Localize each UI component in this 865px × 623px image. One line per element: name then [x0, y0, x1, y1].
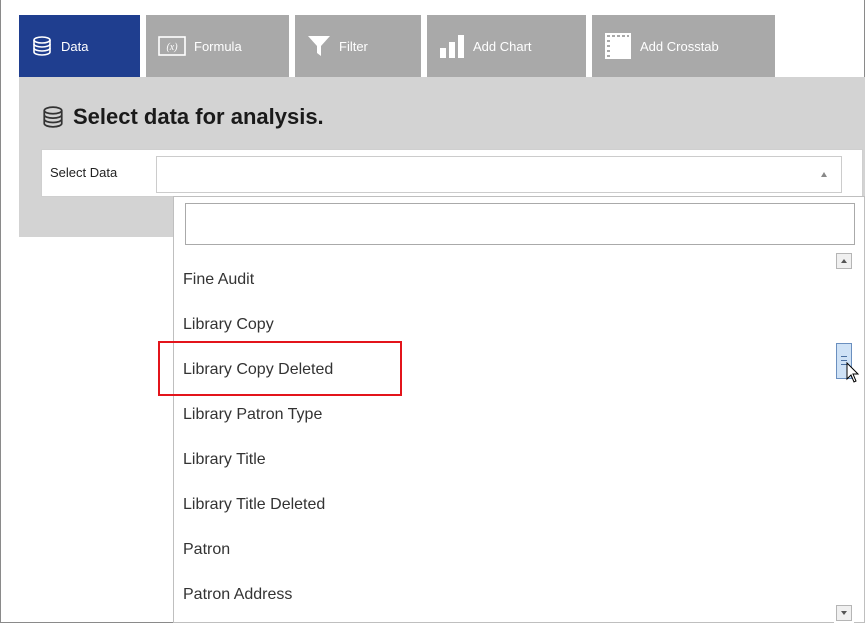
select-data-label: Select Data	[50, 165, 118, 180]
select-data-row: Select Data	[41, 149, 863, 197]
tab-data-label: Data	[61, 38, 89, 54]
page-title: Select data for analysis.	[41, 104, 324, 130]
tab-filter-label: Filter	[339, 38, 368, 54]
mouse-pointer-icon	[846, 361, 860, 389]
option-fine-audit[interactable]: Fine Audit	[174, 261, 834, 306]
formula-icon: (x)	[158, 36, 186, 56]
select-data-dropdown[interactable]	[156, 156, 842, 193]
tab-data[interactable]: Data	[19, 15, 140, 77]
highlight-box	[158, 341, 402, 396]
tab-formula-label: Formula	[194, 38, 242, 54]
page-title-text: Select data for analysis.	[73, 104, 324, 129]
tab-bar: Data (x) Formula Filter Add Chart Add Cr…	[19, 15, 775, 77]
grip-line	[841, 360, 847, 361]
arrow-down-icon	[841, 611, 847, 615]
scroll-down-button[interactable]	[836, 605, 852, 621]
scroll-up-button[interactable]	[836, 253, 852, 269]
database-icon	[41, 105, 65, 129]
svg-text:(x): (x)	[166, 42, 178, 53]
bar-chart-icon	[439, 34, 465, 58]
select-data-options: Fine Audit Library Copy Library Copy Del…	[173, 196, 865, 623]
app-frame: Data (x) Formula Filter Add Chart Add Cr…	[0, 0, 865, 623]
tab-add-crosstab-label: Add Crosstab	[640, 38, 719, 54]
dropdown-search-input[interactable]	[185, 203, 855, 245]
option-library-title[interactable]: Library Title	[174, 441, 834, 486]
tab-add-crosstab[interactable]: Add Crosstab	[592, 15, 775, 77]
option-library-title-deleted[interactable]: Library Title Deleted	[174, 486, 834, 531]
dropdown-scrollbar[interactable]	[834, 251, 854, 623]
caret-up-icon	[821, 172, 827, 177]
crosstab-icon	[604, 32, 632, 60]
filter-icon	[307, 34, 331, 58]
tab-formula[interactable]: (x) Formula	[146, 15, 289, 77]
option-library-patron-type[interactable]: Library Patron Type	[174, 396, 834, 441]
database-icon	[31, 35, 53, 57]
tab-filter[interactable]: Filter	[295, 15, 421, 77]
option-patron-address[interactable]: Patron Address	[174, 576, 834, 621]
grip-line	[841, 356, 847, 357]
arrow-up-icon	[841, 259, 847, 263]
option-patron[interactable]: Patron	[174, 531, 834, 576]
dropdown-option-list: Fine Audit Library Copy Library Copy Del…	[174, 261, 834, 621]
tab-add-chart-label: Add Chart	[473, 38, 532, 54]
tab-add-chart[interactable]: Add Chart	[427, 15, 586, 77]
